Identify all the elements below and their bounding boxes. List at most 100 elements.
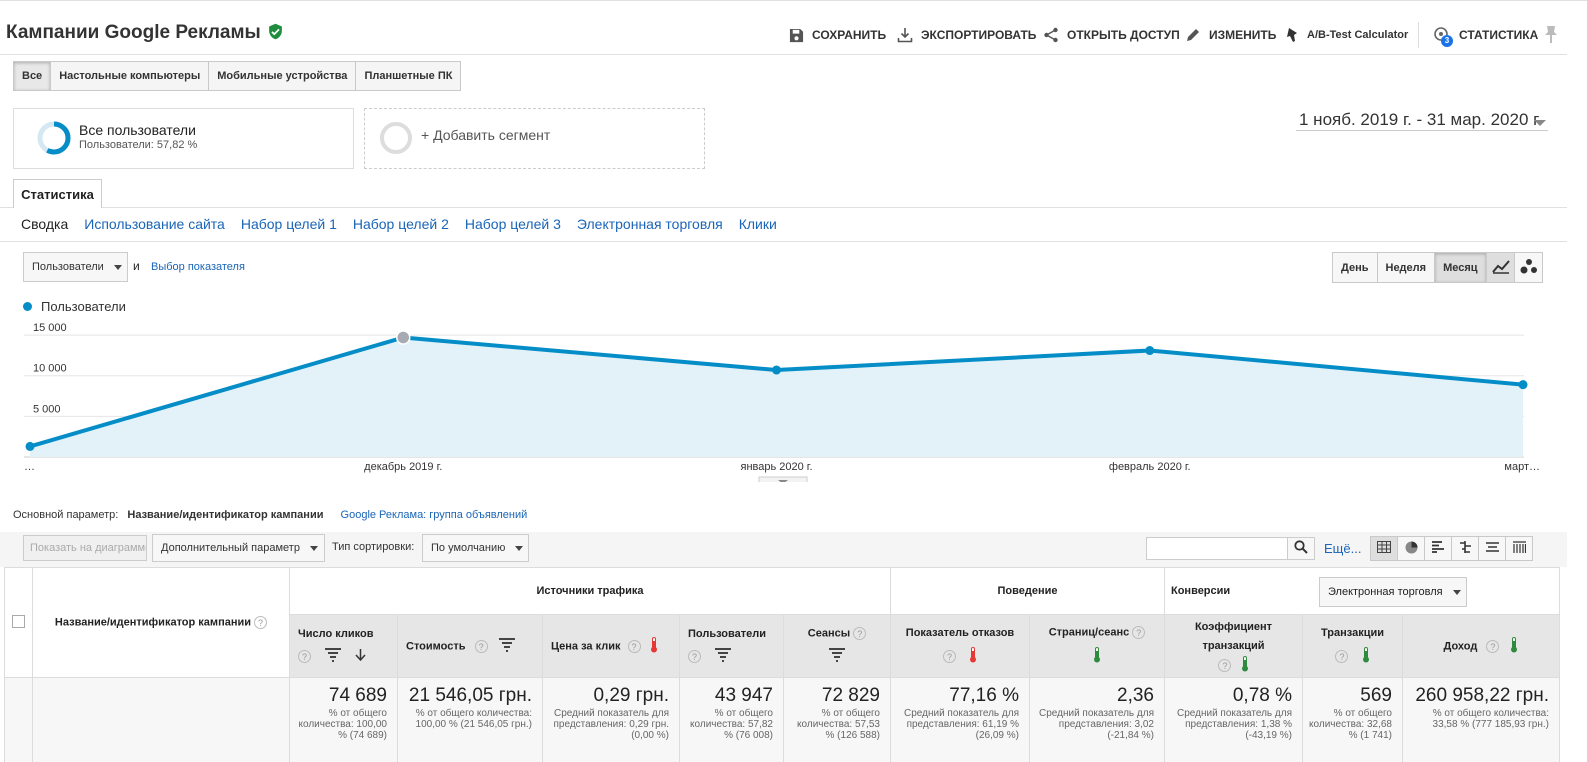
secondary-dimension-select[interactable]: Дополнительный параметр: [152, 534, 325, 562]
plot-rows-button[interactable]: Показать на диаграмме: [23, 535, 147, 561]
tab-all[interactable]: Все: [13, 61, 52, 91]
tab-tablet[interactable]: Планшетные ПК: [355, 61, 462, 91]
tab-mobile[interactable]: Мобильные устройства: [208, 61, 357, 91]
tab-desktop[interactable]: Настольные компьютеры: [50, 61, 210, 91]
period-day-button[interactable]: День: [1332, 252, 1378, 283]
insights-icon: 3: [1433, 26, 1453, 47]
col-cpc[interactable]: Цена за клик ?: [542, 614, 680, 678]
download-icon: [897, 27, 913, 43]
subnav-goal-set-2[interactable]: Набор целей 2: [353, 216, 449, 232]
select-metric-link[interactable]: Выбор показателя: [151, 261, 245, 273]
help-icon[interactable]: ?: [254, 616, 268, 629]
help-icon[interactable]: ?: [474, 639, 488, 653]
ab-test-calculator-button[interactable]: A/B-Test Calculator: [1286, 25, 1408, 45]
legend-marker: [23, 302, 32, 311]
col-conversion-rate-label: Коэффициент транзакций: [1194, 620, 1273, 652]
header-divider: [0, 54, 1567, 55]
period-week-button[interactable]: Неделя: [1376, 252, 1436, 283]
caret-down-icon: [309, 545, 318, 551]
conversion-type-select[interactable]: Электронная торговля: [1319, 577, 1467, 607]
comparison-view-button[interactable]: [1451, 536, 1479, 561]
col-cost-label: Стоимость: [406, 639, 466, 652]
col-bounce-rate[interactable]: Показатель отказов ?: [890, 614, 1030, 678]
col-bounce-rate-label: Показатель отказов: [905, 626, 1015, 639]
subnav-ecommerce[interactable]: Электронная торговля: [577, 216, 723, 232]
data-view-button[interactable]: [1370, 536, 1398, 561]
export-button[interactable]: ЭКСПОРТИРОВАТЬ: [897, 25, 1036, 45]
subnav-site-usage[interactable]: Использование сайта: [84, 216, 225, 232]
table-search-button[interactable]: [1287, 537, 1315, 560]
help-icon[interactable]: ?: [1132, 626, 1146, 639]
help-icon[interactable]: ?: [1486, 639, 1500, 653]
series-area: [30, 337, 1523, 457]
col-transactions-label: Транзакции: [1320, 626, 1384, 639]
help-icon[interactable]: ?: [298, 649, 311, 663]
subnav-goal-set-1[interactable]: Набор целей 1: [241, 216, 337, 232]
subnav-goal-set-3[interactable]: Набор целей 3: [465, 216, 561, 232]
total-sessions: 72 829% от общего количества: 57,53 % (1…: [783, 677, 891, 762]
percentage-view-button[interactable]: [1397, 536, 1425, 561]
period-month-button[interactable]: Месяц: [1434, 252, 1487, 283]
save-button[interactable]: СОХРАНИТЬ: [789, 25, 886, 45]
campaign-column-header[interactable]: Название/идентификатор кампании ?: [32, 567, 290, 678]
share-button[interactable]: ОТКРЫТЬ ДОСТУП: [1043, 25, 1180, 45]
date-range-underline: [1296, 130, 1548, 131]
select-all-checkbox[interactable]: [12, 614, 25, 628]
subnav-clicks[interactable]: Клики: [739, 216, 777, 232]
sort-type-select[interactable]: По умолчанию: [422, 534, 529, 562]
y-tick-label: 5 000: [33, 403, 61, 415]
help-icon[interactable]: ?: [688, 649, 701, 663]
verified-icon: [267, 23, 284, 46]
pivot-view-button[interactable]: [1505, 536, 1533, 561]
period-buttons: День Неделя Месяц: [1332, 252, 1487, 283]
thermometer-red-icon: [969, 646, 977, 666]
motion-chart-view-button[interactable]: [1514, 252, 1543, 283]
legend-label: Пользователи: [41, 299, 126, 314]
help-icon[interactable]: ?: [627, 639, 641, 653]
chevron-down-icon[interactable]: [1533, 117, 1547, 131]
col-transactions[interactable]: Транзакции ?: [1302, 614, 1403, 678]
totals-row: 74 689% от общего количества: 100,00 % (…: [4, 677, 1560, 762]
help-icon[interactable]: ?: [942, 649, 956, 663]
pin-icon: [1286, 27, 1299, 43]
edit-button[interactable]: ИЗМЕНИТЬ: [1185, 25, 1276, 45]
thermometer-green-icon: [1510, 636, 1518, 656]
col-users[interactable]: Пользователи ?: [679, 614, 784, 678]
help-icon[interactable]: ?: [1335, 649, 1349, 663]
col-sessions[interactable]: Сеансы ?: [783, 614, 891, 678]
subnav-summary[interactable]: Сводка: [21, 216, 68, 232]
total-transactions: 569% от общего количества: 32,68 % (1 74…: [1302, 677, 1403, 762]
grid-icon: [1377, 541, 1391, 556]
data-point: [772, 365, 781, 375]
pin-report-icon[interactable]: [1542, 24, 1560, 47]
thermometer-red-icon: [650, 636, 658, 656]
segment-share: Пользователи: 57,82 %: [79, 139, 198, 151]
total-clicks: 74 689% от общего количества: 100,00 % (…: [289, 677, 398, 762]
insights-button[interactable]: 3 СТАТИСТИКА: [1433, 25, 1538, 47]
metric-select[interactable]: Пользователи: [23, 252, 128, 282]
total-cpc: 0,29 грн. Средний показатель для представ…: [542, 677, 680, 762]
line-chart-view-button[interactable]: [1486, 252, 1515, 283]
table-search-input[interactable]: [1146, 537, 1288, 560]
col-pages-per-session[interactable]: Страниц/сеанс ?: [1029, 614, 1165, 678]
top-border: [0, 0, 1587, 4]
col-sessions-label: Сеансы: [807, 627, 851, 640]
col-cost[interactable]: Стоимость ?: [397, 614, 543, 678]
help-icon[interactable]: ?: [853, 627, 867, 640]
and-label: и: [133, 259, 140, 273]
x-tick-label: …: [24, 461, 35, 473]
primary-dimension-alt-link[interactable]: Google Реклама: группа объявлений: [341, 509, 528, 521]
col-clicks[interactable]: Число кликов ?: [289, 614, 398, 678]
col-revenue[interactable]: Доход ?: [1402, 614, 1560, 678]
col-conversion-rate[interactable]: Коэффициент транзакций ?: [1164, 614, 1303, 678]
more-link[interactable]: Ещё...: [1324, 541, 1361, 556]
help-icon[interactable]: ?: [1218, 658, 1232, 672]
performance-view-button[interactable]: [1424, 536, 1452, 561]
insights-badge: 3: [1441, 35, 1453, 47]
segment-name: Все пользователи: [79, 122, 196, 138]
date-range-picker[interactable]: 1 нояб. 2019 г. - 31 мар. 2020 г.: [1299, 110, 1542, 130]
tab-statistics[interactable]: Статистика: [13, 179, 102, 208]
term-cloud-view-button[interactable]: [1478, 536, 1506, 561]
totals-name-cell: [32, 677, 290, 762]
data-point: [396, 330, 411, 345]
